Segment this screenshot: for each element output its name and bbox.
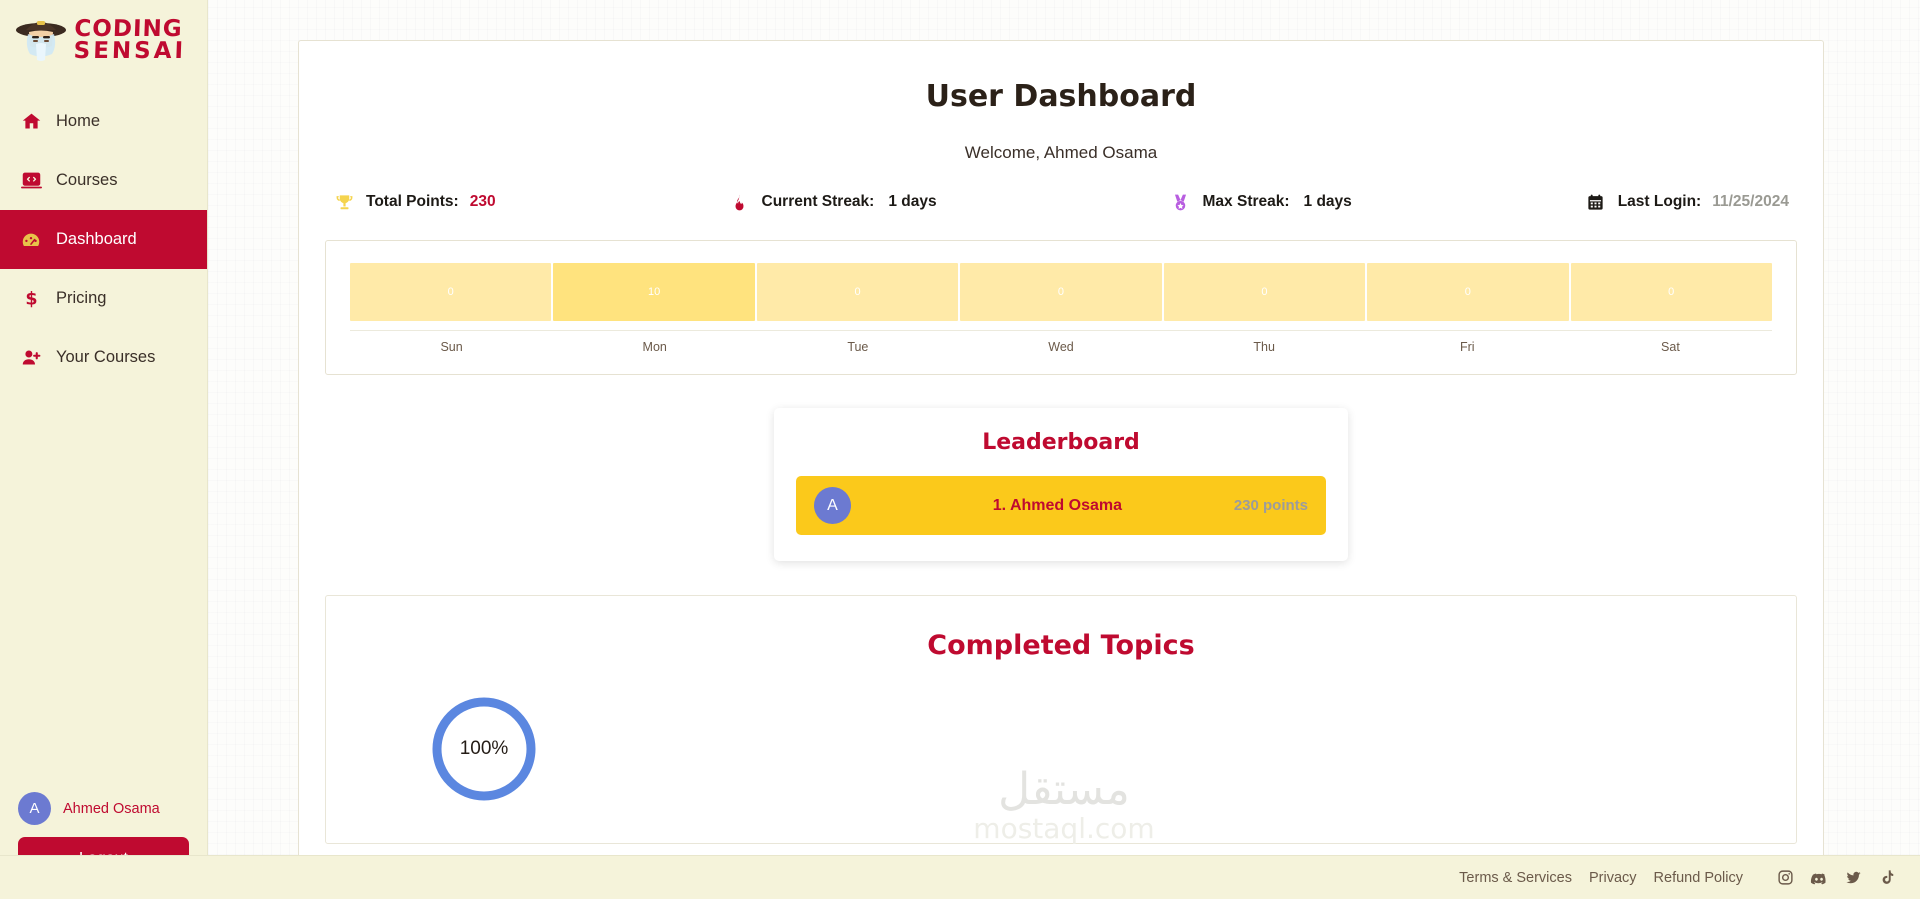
- user-plus-icon: [20, 347, 42, 369]
- progress-section: 100%: [352, 695, 1770, 803]
- fire-icon: [729, 191, 751, 213]
- footer-link-privacy[interactable]: Privacy: [1589, 870, 1637, 886]
- stat-last-login: Last Login: 11/25/2024: [1585, 191, 1789, 213]
- sidebar-item-home[interactable]: Home: [0, 92, 207, 151]
- trophy-icon: [333, 191, 355, 213]
- chart-bar-column[interactable]: 0: [1367, 263, 1569, 321]
- chart-bar-column[interactable]: 0: [1163, 263, 1366, 321]
- instagram-icon[interactable]: [1776, 869, 1794, 887]
- chart-bar-column[interactable]: 0: [1570, 263, 1772, 321]
- chart-bar-column[interactable]: 10: [553, 263, 755, 321]
- sidebar-item-label: Dashboard: [56, 230, 137, 248]
- leaderboard-row[interactable]: A 1. Ahmed Osama 230 points: [796, 476, 1326, 535]
- sidebar-item-label: Pricing: [56, 289, 107, 307]
- dashboard-card: User Dashboard Welcome, Ahmed Osama Tota…: [298, 40, 1824, 880]
- app-root: CODING SENSAI Home Courses Dashboard $ P…: [0, 0, 1920, 899]
- gauge-icon: [20, 229, 42, 251]
- laptop-code-icon: [20, 170, 42, 192]
- chart-bar[interactable]: 0: [1163, 263, 1366, 321]
- leaderboard-points: 230 points: [1233, 497, 1308, 514]
- leaderboard-name: 1. Ahmed Osama: [992, 496, 1123, 514]
- chart-axis-label: Mon: [642, 340, 667, 354]
- home-icon: [20, 111, 42, 133]
- chart-axis-label: Sat: [1661, 340, 1680, 354]
- chart-bar[interactable]: 0: [756, 263, 959, 321]
- sensei-avatar-icon: [14, 14, 68, 68]
- footer-socials: [1776, 869, 1896, 887]
- chart-bar-column[interactable]: 0: [756, 263, 959, 321]
- stat-value: 230: [469, 193, 496, 210]
- brand-wordmark: CODING SENSAI: [73, 16, 187, 64]
- calendar-icon: [1585, 191, 1607, 213]
- chart-bars: 0 10 0 0 0 0 0: [350, 263, 1772, 321]
- chart-bar[interactable]: 0: [1367, 263, 1569, 321]
- chart-x-axis: Sun Mon Tue Wed Thu Fri Sat: [350, 330, 1772, 354]
- sidebar-item-courses[interactable]: Courses: [0, 151, 207, 210]
- chart-axis-label: Sun: [440, 340, 463, 354]
- leaderboard-title: Leaderboard: [982, 430, 1140, 455]
- sidebar-item-label: Your Courses: [56, 348, 156, 366]
- stat-label: Last Login:: [1617, 193, 1702, 210]
- avatar: A: [814, 487, 851, 524]
- chart-bar-column[interactable]: 0: [960, 263, 1162, 321]
- stat-current-streak: Current Streak: 1 days: [729, 191, 937, 213]
- sidebar-item-label: Home: [56, 112, 101, 130]
- completed-topics-card: Completed Topics 100%: [325, 595, 1797, 844]
- brand-logo[interactable]: CODING SENSAI: [0, 0, 207, 86]
- sidebar: CODING SENSAI Home Courses Dashboard $ P…: [0, 0, 208, 899]
- sidebar-item-pricing[interactable]: $ Pricing: [0, 269, 207, 328]
- sidebar-item-your-courses[interactable]: Your Courses: [0, 328, 207, 387]
- sidebar-nav: Home Courses Dashboard $ Pricing Your Co…: [0, 92, 207, 387]
- completed-topics-title: Completed Topics: [927, 630, 1195, 661]
- footer-link-terms[interactable]: Terms & Services: [1459, 870, 1572, 886]
- main-content: User Dashboard Welcome, Ahmed Osama Tota…: [208, 0, 1920, 899]
- stat-max-streak: Max Streak: 1 days: [1170, 191, 1352, 213]
- footer-link-refund-policy[interactable]: Refund Policy: [1654, 870, 1743, 886]
- chart-axis-label: Wed: [1048, 340, 1074, 354]
- dollar-icon: $: [20, 288, 42, 310]
- page-footer: Terms & Services Privacy Refund Policy: [0, 855, 1920, 899]
- leaderboard-card: Leaderboard A 1. Ahmed Osama 230 points: [774, 408, 1348, 561]
- svg-text:$: $: [25, 290, 37, 309]
- chart-axis-label: Fri: [1459, 340, 1475, 354]
- sidebar-item-dashboard[interactable]: Dashboard: [0, 210, 207, 269]
- progress-percent-label: 100%: [459, 738, 509, 759]
- stat-value: 1 days: [888, 193, 937, 210]
- brand-line-2: SENSAI: [73, 38, 187, 64]
- sidebar-user-name: Ahmed Osama: [63, 800, 160, 817]
- chart-bar[interactable]: 0: [960, 263, 1162, 321]
- sidebar-item-label: Courses: [56, 171, 118, 189]
- chart-bar[interactable]: 0: [1570, 263, 1772, 321]
- stat-label: Max Streak:: [1202, 193, 1290, 210]
- tiktok-icon[interactable]: [1878, 869, 1896, 887]
- progress-ring: 100%: [430, 695, 538, 803]
- chart-axis-label: Thu: [1253, 340, 1275, 354]
- stat-value: 11/25/2024: [1712, 193, 1789, 210]
- chart-bar[interactable]: 0: [350, 263, 552, 321]
- stat-total-points: Total Points: 230: [333, 191, 496, 213]
- stats-row: Total Points: 230 Current Streak: 1 days: [325, 191, 1797, 213]
- sidebar-user[interactable]: A Ahmed Osama: [18, 792, 189, 825]
- stat-value: 1 days: [1303, 193, 1352, 210]
- stat-label: Total Points:: [366, 193, 459, 210]
- weekly-activity-chart: 0 10 0 0 0 0 0 Sun Mon Tue Wed Thu Fri Sat: [325, 240, 1797, 375]
- welcome-message: Welcome, Ahmed Osama: [964, 143, 1158, 162]
- avatar: A: [18, 792, 51, 825]
- stat-label: Current Streak:: [761, 193, 875, 210]
- chart-axis-label: Tue: [847, 340, 869, 354]
- page-title: User Dashboard: [925, 79, 1197, 114]
- medal-icon: [1170, 191, 1192, 213]
- discord-icon[interactable]: [1810, 869, 1828, 887]
- chart-bar[interactable]: 10: [553, 263, 755, 321]
- twitter-icon[interactable]: [1844, 869, 1862, 887]
- chart-bar-column[interactable]: 0: [350, 263, 552, 321]
